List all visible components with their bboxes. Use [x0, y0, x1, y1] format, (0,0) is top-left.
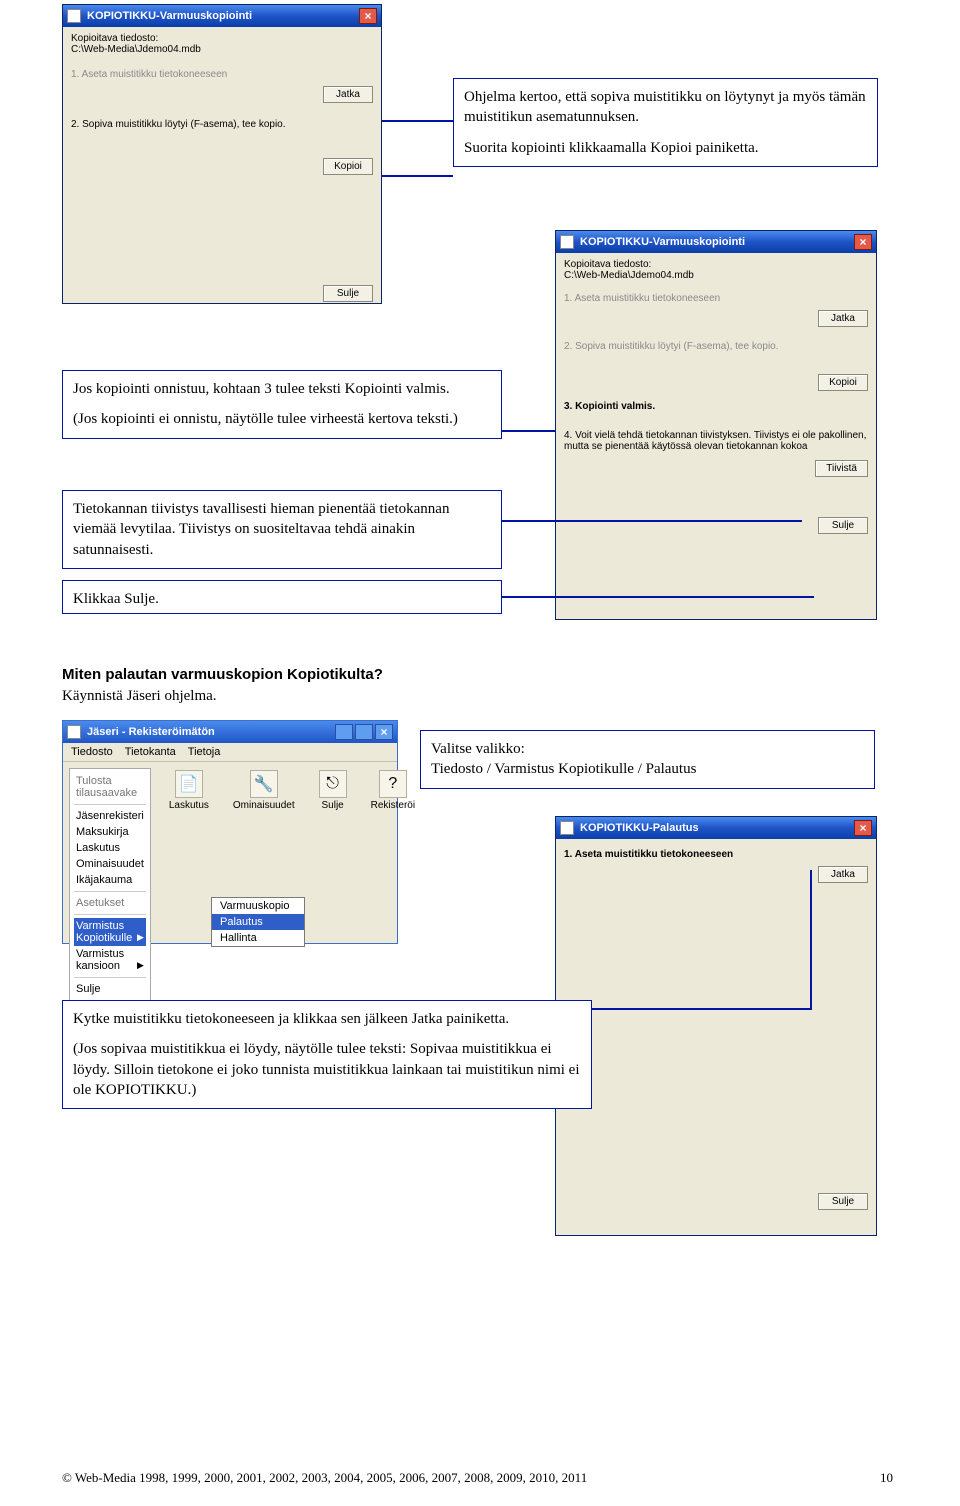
close-icon[interactable]: ×: [359, 8, 377, 24]
app-icon: [560, 235, 574, 249]
sidebar-group-label: Asetukset: [74, 895, 146, 911]
step-2: 2. Sopiva muistitikku löytyi (F-asema), …: [564, 341, 868, 352]
note-tiivistys: Tietokannan tiivistys tavallisesti hiema…: [62, 490, 502, 569]
titlebar: Jäseri - Rekisteröimätön ×: [63, 721, 397, 743]
submenu-item-varmuuskopio[interactable]: Varmuuskopio: [212, 898, 304, 914]
toolbar-sulje[interactable]: ⎋Sulje: [319, 770, 347, 811]
file-path: C:\Web-Media\Jdemo04.mdb: [71, 44, 373, 55]
jaseri-window: Jäseri - Rekisteröimätön × Tiedosto Tiet…: [62, 720, 398, 944]
window-title: KOPIOTIKKU-Varmuuskopiointi: [580, 236, 854, 248]
sidebar-item-varmistus-kansioon[interactable]: Varmistus kansioon▶: [74, 946, 146, 974]
jatka-button[interactable]: Jatka: [818, 310, 868, 327]
step-3: 3. Kopiointi valmis.: [564, 401, 868, 412]
note-text: Jos kopiointi onnistuu, kohtaan 3 tulee …: [73, 379, 491, 399]
file-path: C:\Web-Media\Jdemo04.mdb: [564, 270, 868, 281]
file-label: Kopioitava tiedosto:: [564, 259, 868, 270]
tiivista-button[interactable]: Tiivistä: [815, 460, 868, 477]
submenu-item-palautus[interactable]: Palautus: [212, 914, 304, 930]
menubar: Tiedosto Tietokanta Tietoja: [63, 743, 397, 762]
note-kopioi: Ohjelma kertoo, että sopiva muistitikku …: [453, 78, 878, 167]
sidebar-item[interactable]: Laskutus: [74, 840, 146, 856]
chevron-right-icon: ▶: [137, 960, 144, 971]
note-sulje: Klikkaa Sulje.: [62, 580, 502, 614]
doc-icon: 📄: [175, 770, 203, 798]
note-text: Kytke muistitikku tietokoneeseen ja klik…: [73, 1009, 581, 1029]
connector-line: [382, 175, 453, 177]
toolbar-rekisteroi[interactable]: ?Rekisteröi: [371, 770, 415, 811]
sidebar-item[interactable]: Jäsenrekisteri: [74, 808, 146, 824]
connector-line: [502, 596, 814, 598]
step-1: 1. Aseta muistitikku tietokoneeseen: [71, 69, 373, 80]
note-valitse-valikko: Valitse valikko: Tiedosto / Varmistus Ko…: [420, 730, 875, 789]
file-label: Kopioitava tiedosto:: [71, 33, 373, 44]
sulje-button[interactable]: Sulje: [818, 1193, 868, 1210]
titlebar: KOPIOTIKKU-Varmuuskopiointi ×: [63, 5, 381, 27]
step-2: 2. Sopiva muistitikku löytyi (F-asema), …: [71, 119, 373, 130]
note-text: Valitse valikko:: [431, 739, 864, 759]
menu-tietokanta[interactable]: Tietokanta: [125, 746, 176, 758]
step-1: 1. Aseta muistitikku tietokoneeseen: [564, 293, 868, 304]
close-icon[interactable]: ×: [375, 724, 393, 740]
connector-line: [382, 120, 453, 122]
note-text: Suorita kopiointi klikkaamalla Kopioi pa…: [464, 138, 867, 158]
connector-line: [592, 1008, 812, 1010]
note-text: Ohjelma kertoo, että sopiva muistitikku …: [464, 87, 867, 128]
submenu-item-hallinta[interactable]: Hallinta: [212, 930, 304, 946]
sidebar-item[interactable]: Ominaisuudet: [74, 856, 146, 872]
note-kytke-muistitikku: Kytke muistitikku tietokoneeseen ja klik…: [62, 1000, 592, 1109]
sidebar-item-sulje[interactable]: Sulje: [74, 981, 146, 997]
sidebar: Tulosta tilausaavake Jäsenrekisteri Maks…: [69, 768, 151, 1002]
note-text: Klikkaa Sulje.: [73, 589, 491, 609]
footer-copyright: © Web-Media 1998, 1999, 2000, 2001, 2002…: [62, 1470, 587, 1486]
sidebar-item[interactable]: Ikäjakauma: [74, 872, 146, 888]
step-4: 4. Voit vielä tehdä tietokannan tiivisty…: [564, 430, 868, 452]
menu-tietoja[interactable]: Tietoja: [188, 746, 221, 758]
section-body: Käynnistä Jäseri ohjelma.: [62, 688, 217, 705]
submenu-varmistus: Varmuuskopio Palautus Hallinta: [211, 897, 305, 947]
close-icon[interactable]: ×: [854, 234, 872, 250]
chevron-right-icon: ▶: [137, 932, 144, 943]
kopioi-button[interactable]: Kopioi: [818, 374, 868, 391]
toolbar-laskutus[interactable]: 📄Laskutus: [169, 770, 209, 811]
titlebar: KOPIOTIKKU-Varmuuskopiointi ×: [556, 231, 876, 253]
wrench-icon: 🔧: [250, 770, 278, 798]
exit-icon: ⎋: [319, 770, 347, 798]
section-heading: Miten palautan varmuuskopion Kopiotikult…: [62, 666, 383, 683]
dialog-kopiotikku-2: KOPIOTIKKU-Varmuuskopiointi × Kopioitava…: [555, 230, 877, 620]
connector-line: [502, 430, 555, 432]
sidebar-group-label: Tulosta tilausaavake: [74, 773, 146, 801]
page-number: 10: [880, 1470, 893, 1486]
app-icon: [560, 821, 574, 835]
note-text: Tiedosto / Varmistus Kopiotikulle / Pala…: [431, 759, 864, 779]
minimize-icon[interactable]: [335, 724, 353, 740]
menu-tiedosto[interactable]: Tiedosto: [71, 746, 113, 758]
connector-line: [810, 870, 812, 1010]
connector-line: [502, 520, 802, 522]
window-title: KOPIOTIKKU-Varmuuskopiointi: [87, 10, 359, 22]
sulje-button[interactable]: Sulje: [818, 517, 868, 534]
window-title: KOPIOTIKKU-Palautus: [580, 822, 854, 834]
note-text: (Jos sopivaa muistitikkua ei löydy, näyt…: [73, 1039, 581, 1100]
app-icon: [67, 9, 81, 23]
jatka-button[interactable]: Jatka: [818, 866, 868, 883]
sidebar-item[interactable]: Maksukirja: [74, 824, 146, 840]
sidebar-item-varmistus-kopiotikulle[interactable]: Varmistus Kopiotikulle▶: [74, 918, 146, 946]
note-text: (Jos kopiointi ei onnistu, näytölle tule…: [73, 409, 491, 429]
titlebar: KOPIOTIKKU-Palautus ×: [556, 817, 876, 839]
sulje-button[interactable]: Sulje: [323, 285, 373, 302]
note-text: Tietokannan tiivistys tavallisesti hiema…: [73, 499, 491, 560]
dialog-kopiotikku-palautus: KOPIOTIKKU-Palautus × 1. Aseta muistitik…: [555, 816, 877, 1236]
close-icon[interactable]: ×: [854, 820, 872, 836]
kopioi-button[interactable]: Kopioi: [323, 158, 373, 175]
window-title: Jäseri - Rekisteröimätön: [87, 726, 335, 738]
maximize-icon[interactable]: [355, 724, 373, 740]
toolbar-ominaisuudet[interactable]: 🔧Ominaisuudet: [233, 770, 295, 811]
note-kopiointi-onnistuu: Jos kopiointi onnistuu, kohtaan 3 tulee …: [62, 370, 502, 439]
dialog-kopiotikku-1: KOPIOTIKKU-Varmuuskopiointi × Kopioitava…: [62, 4, 382, 304]
help-icon: ?: [379, 770, 407, 798]
app-icon: [67, 725, 81, 739]
jatka-button[interactable]: Jatka: [323, 86, 373, 103]
step-1: 1. Aseta muistitikku tietokoneeseen: [564, 849, 868, 860]
